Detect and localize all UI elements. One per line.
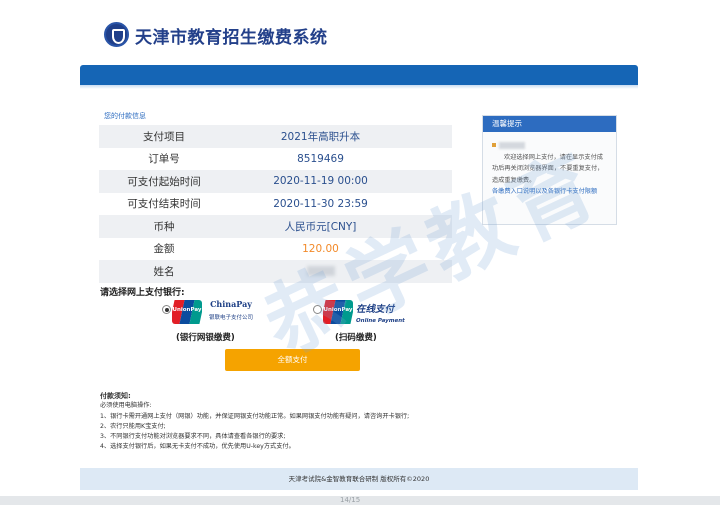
bullet-icon: [492, 143, 496, 147]
caption-bank-online: (银行网银缴费): [176, 333, 235, 343]
info-row-order-number: 订单号 8519469: [99, 148, 452, 171]
info-value: 2020-11-19 00:00: [273, 175, 368, 188]
tip-title: 温馨提示: [483, 116, 616, 132]
info-row-name: 姓名: [99, 260, 452, 283]
notes-line: 2、农行只能用K宝支付;: [100, 422, 166, 430]
info-label: 可支付结束时间: [127, 198, 201, 211]
notes-line: 1、银行卡需开通网上支付（网银）功能，并保证网银支付功能正常。如果网银支付功能有…: [100, 412, 410, 420]
info-value: 人民币元[CNY]: [284, 220, 357, 233]
info-row-currency: 币种 人民币元[CNY]: [99, 215, 452, 238]
payment-info-title: 您的付款信息: [104, 112, 146, 120]
caption-qr-payment: (扫码缴费): [335, 333, 377, 343]
redacted-user: [499, 141, 525, 149]
bank-select-title: 请选择网上支付银行:: [100, 288, 185, 298]
page: 天津市教育招生缴费系统 您的付款信息 支付项目 2021年高职升本 订单号 85…: [0, 0, 720, 496]
info-value-redacted: [229, 266, 452, 277]
nav-bar: [80, 65, 638, 85]
unionpay-logo-icon[interactable]: UnionPay: [323, 300, 353, 324]
info-row-end-time: 可支付结束时间 2020-11-30 23:59: [99, 193, 452, 216]
notes-line: 必须使用电脑操作:: [100, 402, 152, 410]
system-title: 天津市教育招生缴费系统: [135, 28, 328, 48]
info-value: 2021年高职升本: [280, 130, 361, 143]
online-payment-subtitle: Online Payment: [356, 318, 405, 324]
unionpay-text: UnionPay: [323, 307, 353, 313]
info-row-start-time: 可支付起始时间 2020-11-19 00:00: [99, 170, 452, 193]
tip-panel: 温馨提示 欢迎选择网上支付，请在显示支付成功后再关闭浏览器界面，不要重复支付，造…: [482, 115, 617, 225]
notes-title: 付款须知:: [100, 392, 131, 400]
tip-link[interactable]: 各缴费入口说明以及各银行卡支付限额: [492, 186, 607, 198]
info-label: 姓名: [153, 265, 175, 278]
info-label: 支付项目: [143, 130, 185, 143]
info-label: 订单号: [148, 153, 180, 166]
info-label: 可支付起始时间: [127, 175, 201, 188]
footer: 天津考试院&金智教育联合研制 版权所有©2020: [80, 468, 638, 490]
info-label: 币种: [153, 220, 175, 233]
chinapay-subtitle: 银联电子支付公司: [208, 315, 253, 321]
full-payment-button[interactable]: 全额支付: [225, 349, 360, 371]
notes-line: 3、不同银行支付功能对浏览器要求不同，具体请查看各银行的要求;: [100, 433, 286, 441]
online-payment-brand: 在线支付: [356, 304, 395, 315]
info-value: 2020-11-30 23:59: [273, 197, 368, 210]
system-logo-icon: [104, 22, 129, 47]
info-label: 金额: [153, 243, 175, 256]
chinapay-logo[interactable]: ChinaPay 银联电子支付公司: [204, 299, 258, 327]
payment-info-table: 支付项目 2021年高职升本 订单号 8519469 可支付起始时间 2020-…: [99, 125, 452, 283]
tip-body: 欢迎选择网上支付，请在显示支付成功后再关闭浏览器界面，不要重复支付，造成重复缴费…: [483, 132, 616, 198]
payment-notes: 付款须知: 必须使用电脑操作: 1、银行卡需开通网上支付（网银）功能，并保证网银…: [100, 391, 409, 453]
radio-chinapay[interactable]: [162, 305, 171, 314]
unionpay-text: UnionPay: [172, 307, 202, 313]
nav-bar-shadow: [80, 85, 638, 89]
tip-user: [492, 140, 607, 152]
redacted-name: [306, 266, 335, 277]
info-value: 8519469: [297, 152, 344, 165]
page-number: 14/15: [340, 496, 361, 504]
notes-line: 4、选择支付银行后，如果无卡支付不成功，优先使用U-key方式支付。: [100, 443, 295, 451]
chinapay-brand: ChinaPay: [210, 299, 252, 309]
radio-online-payment[interactable]: [313, 305, 322, 314]
info-row-item: 支付项目 2021年高职升本: [99, 125, 452, 148]
unionpay-logo-icon[interactable]: UnionPay: [172, 300, 202, 324]
info-value-amount: 120.00: [302, 242, 339, 255]
info-row-amount: 金额 120.00: [99, 238, 452, 261]
tip-text: 欢迎选择网上支付，请在显示支付成功后再关闭浏览器界面，不要重复支付，造成重复缴费…: [492, 153, 604, 184]
online-payment-logo[interactable]: 在线支付 Online Payment: [356, 301, 406, 327]
